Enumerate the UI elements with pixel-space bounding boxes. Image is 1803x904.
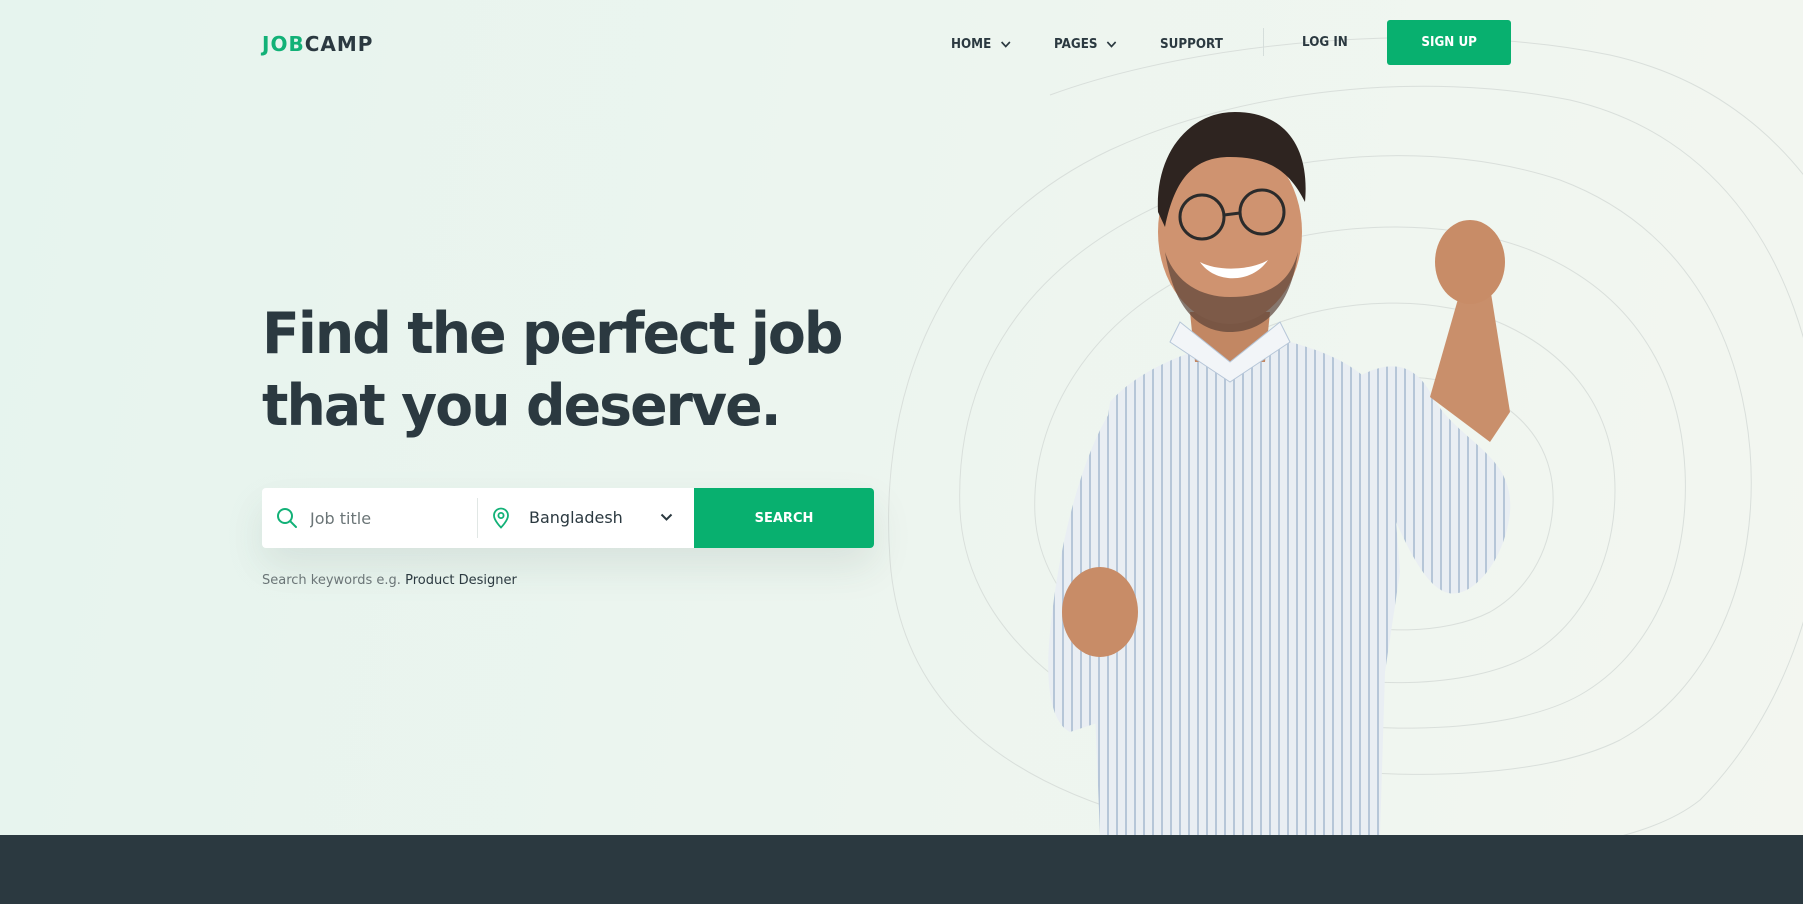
signup-label: SIGN UP: [1421, 35, 1477, 50]
nav-label-home: HOME: [951, 36, 992, 52]
chevron-down-icon[interactable]: [660, 513, 673, 521]
hero-title-line-1: Find the perfect job: [262, 301, 843, 367]
logo-text: CAMP: [304, 32, 374, 56]
job-title-input[interactable]: [310, 503, 470, 533]
nav-item-home[interactable]: HOME: [951, 37, 1011, 52]
chevron-down-icon: [1000, 40, 1011, 48]
hero-person-image: [1048, 112, 1511, 835]
search-icon: [277, 508, 297, 528]
logo[interactable]: JOBCAMP: [262, 32, 373, 56]
hero-title: Find the perfect job that you deserve.: [262, 298, 902, 442]
footer-band: [0, 835, 1803, 904]
search-hint: Search keywords e.g. Product Designer: [262, 573, 517, 588]
location-select[interactable]: Bangladesh: [529, 508, 623, 527]
logo-accent-text: JOB: [262, 32, 305, 56]
hero-section: JOBCAMP HOME PAGES SUPPORT LOG IN SIGN U…: [0, 0, 1803, 835]
login-link[interactable]: LOG IN: [1302, 35, 1348, 50]
main-nav: HOME PAGES SUPPORT: [951, 33, 1228, 55]
search-hint-prefix: Search keywords e.g.: [262, 573, 401, 588]
nav-item-pages[interactable]: PAGES: [1054, 37, 1117, 52]
chevron-down-icon: [1106, 40, 1117, 48]
nav-label-support: SUPPORT: [1160, 36, 1223, 52]
location-pin-icon: [493, 507, 509, 529]
search-button[interactable]: SEARCH: [694, 488, 874, 548]
signup-button[interactable]: SIGN UP: [1387, 20, 1511, 65]
nav-divider: [1263, 28, 1264, 56]
search-hint-keyword[interactable]: Product Designer: [405, 573, 517, 588]
search-divider: [477, 498, 478, 538]
job-search-form: Bangladesh SEARCH: [262, 488, 874, 548]
nav-label-pages: PAGES: [1053, 36, 1098, 52]
hero-title-line-2: that you deserve.: [262, 373, 782, 439]
nav-item-support[interactable]: SUPPORT: [1160, 37, 1223, 52]
